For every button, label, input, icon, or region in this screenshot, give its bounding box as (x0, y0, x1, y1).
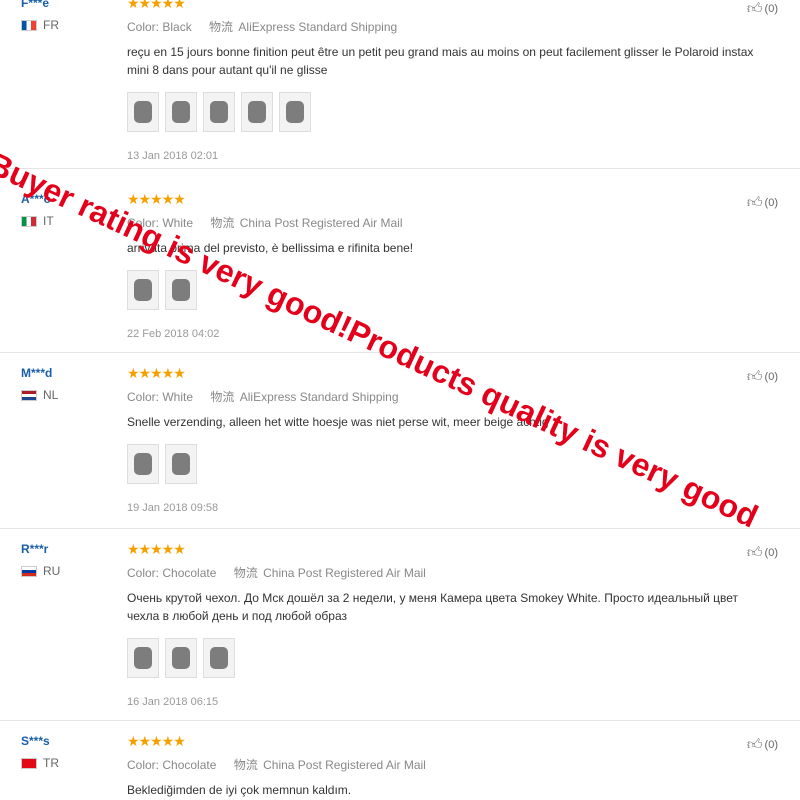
shipping-method: China Post Registered Air Mail (263, 758, 426, 772)
thumbs-up-icon[interactable]: 👍︎ (747, 736, 763, 754)
buyer-country: RU (21, 564, 60, 578)
like-count: (0) (764, 371, 778, 383)
thumbs-up-icon[interactable]: 👍︎ (747, 194, 763, 212)
country-flag-icon (21, 19, 37, 31)
review-date: 19 Jan 2018 09:58 (127, 502, 219, 514)
country-code: NL (43, 388, 59, 402)
buyer-country: FR (21, 18, 59, 32)
review-photo[interactable] (127, 444, 159, 484)
country-code: TR (43, 756, 59, 770)
like-count: (0) (764, 3, 778, 15)
shipping-method: China Post Registered Air Mail (263, 566, 426, 580)
color-value: Chocolate (162, 758, 217, 772)
buyer-name: R***r (21, 542, 49, 556)
helpful-button[interactable]: 👍︎ (0) (747, 194, 778, 212)
review-date: 22 Feb 2018 04:02 (127, 328, 220, 340)
order-info: Color: Chocolate 物流 China Post Registere… (127, 756, 767, 773)
logistics-label: 物流 (210, 216, 235, 230)
order-info: Color: Chocolate 物流 China Post Registere… (127, 564, 767, 581)
review-photo[interactable] (279, 92, 311, 132)
buyer-country: NL (21, 388, 58, 402)
color-value: White (162, 390, 194, 404)
rating-stars: ★★★★★ (127, 191, 186, 207)
rating-stars: ★★★★★ (127, 365, 186, 381)
like-count: (0) (764, 197, 778, 209)
review-photo[interactable] (165, 444, 197, 484)
order-info: Color: White 物流 China Post Registered Ai… (127, 214, 767, 231)
shipping-method: AliExpress Standard Shipping (238, 20, 398, 34)
country-code: FR (43, 18, 59, 32)
review-item: M***d NL ★★★★★ Color: White 物流 AliExpres… (0, 352, 800, 529)
helpful-button[interactable]: 👍︎ (0) (747, 368, 778, 386)
color-label: Color: (127, 566, 160, 580)
helpful-button[interactable]: 👍︎ (0) (747, 544, 778, 562)
country-code: RU (43, 564, 61, 578)
country-code: IT (43, 214, 54, 228)
review-date: 13 Jan 2018 02:01 (127, 150, 219, 162)
order-info: Color: Black 物流 AliExpress Standard Ship… (127, 18, 767, 35)
buyer-name: A***o (21, 192, 52, 206)
rating-stars: ★★★★★ (127, 541, 186, 557)
review-photo[interactable] (127, 638, 159, 678)
country-flag-icon (21, 757, 37, 769)
logistics-label: 物流 (233, 566, 258, 580)
buyer-name: S***s (21, 734, 50, 748)
review-text: Snelle verzending, alleen het witte hoes… (127, 415, 549, 429)
logistics-label: 物流 (233, 758, 258, 772)
helpful-button[interactable]: 👍︎ (0) (747, 736, 778, 754)
logistics-label: 物流 (210, 390, 235, 404)
helpful-button[interactable]: 👍︎ (0) (747, 0, 778, 18)
country-flag-icon (21, 565, 37, 577)
rating-stars: ★★★★★ (127, 733, 186, 749)
buyer-country: IT (21, 214, 54, 228)
review-text: Beklediğimden de iyi çok memnun kaldım. (127, 783, 352, 797)
review-text: reçu en 15 jours bonne finition peut êtr… (127, 45, 754, 77)
rating-stars: ★★★★★ (127, 0, 186, 11)
color-value: Chocolate (162, 566, 217, 580)
review-text: arrivata prima del previsto, è bellissim… (127, 241, 414, 255)
review-item: S***s TR ★★★★★ Color: Chocolate 物流 China… (0, 720, 800, 800)
shipping-method: China Post Registered Air Mail (239, 216, 403, 230)
order-info: Color: White 物流 AliExpress Standard Ship… (127, 388, 767, 405)
logistics-label: 物流 (209, 20, 234, 34)
review-date: 16 Jan 2018 06:15 (127, 696, 219, 708)
buyer-name: F***e (21, 0, 50, 10)
review-item: R***r RU ★★★★★ Color: Chocolate 物流 China… (0, 528, 800, 721)
color-label: Color: (127, 758, 160, 772)
country-flag-icon (21, 389, 37, 401)
thumbs-up-icon[interactable]: 👍︎ (747, 0, 763, 18)
review-photo[interactable] (203, 92, 235, 132)
buyer-name: M***d (21, 366, 53, 380)
like-count: (0) (764, 739, 778, 751)
review-photo[interactable] (127, 92, 159, 132)
review-photo[interactable] (165, 92, 197, 132)
review-photo[interactable] (203, 638, 235, 678)
review-photo[interactable] (165, 270, 197, 310)
review-text: Очень крутой чехол. До Мск дошёл за 2 не… (127, 591, 739, 623)
like-count: (0) (764, 547, 778, 559)
color-label: Color: (127, 390, 160, 404)
thumbs-up-icon[interactable]: 👍︎ (747, 368, 763, 386)
country-flag-icon (21, 215, 37, 227)
review-item: A***o IT ★★★★★ Color: White 物流 China Pos… (0, 178, 800, 353)
color-label: Color: (127, 20, 160, 34)
color-label: Color: (127, 216, 160, 230)
thumbs-up-icon[interactable]: 👍︎ (747, 544, 763, 562)
shipping-method: AliExpress Standard Shipping (239, 390, 399, 404)
review-photos (127, 444, 767, 484)
review-photos (127, 638, 767, 678)
buyer-country: TR (21, 756, 59, 770)
review-item: F***e FR ★★★★★ Color: Black 物流 AliExpres… (0, 0, 800, 169)
review-photos (127, 92, 767, 132)
color-value: Black (162, 20, 192, 34)
color-value: White (162, 216, 194, 230)
review-photo[interactable] (241, 92, 273, 132)
review-photos (127, 270, 767, 310)
review-photo[interactable] (127, 270, 159, 310)
review-photo[interactable] (165, 638, 197, 678)
